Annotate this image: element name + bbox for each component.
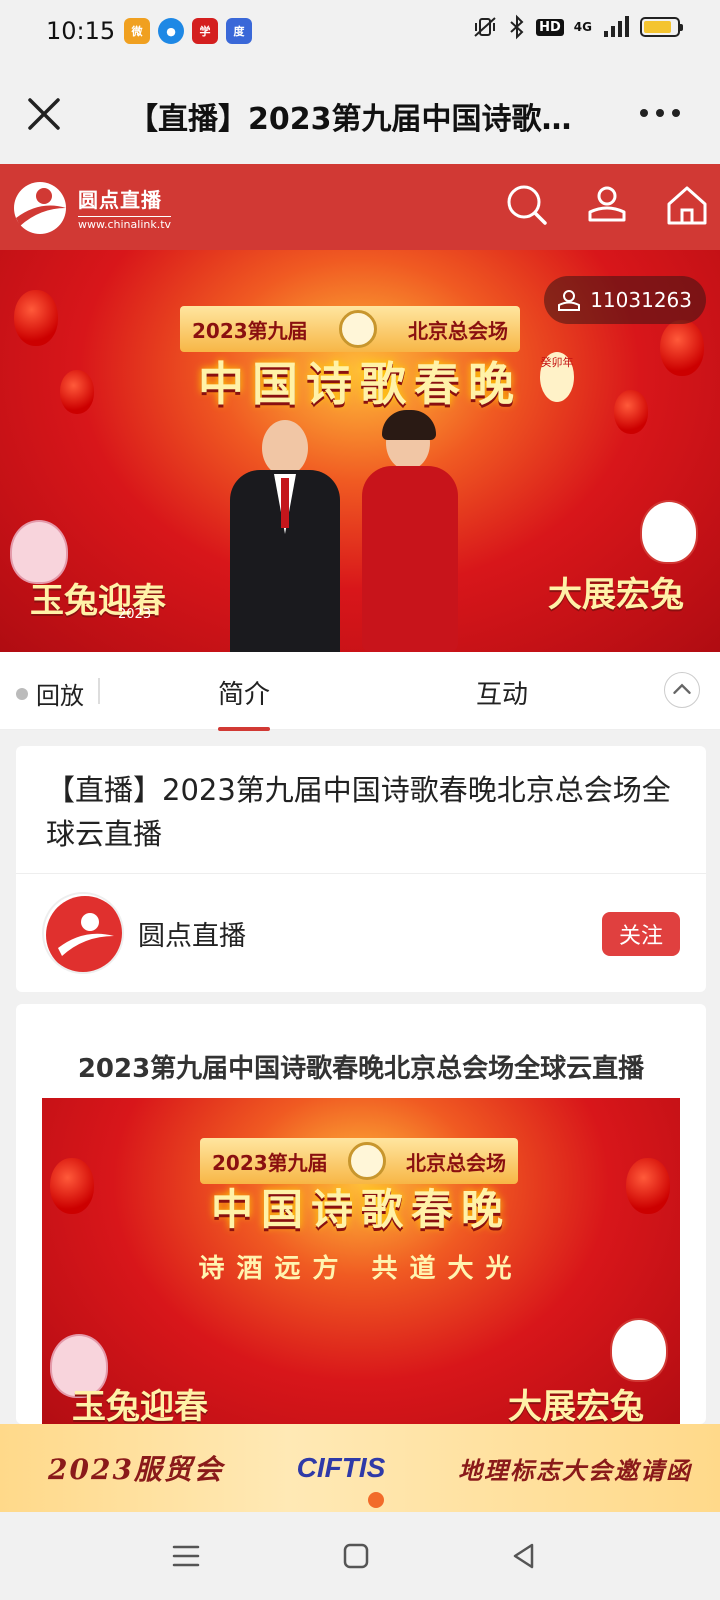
poster-title: 中国诗歌春晚 [210,1185,511,1234]
intro-card: 【直播】2023第九届中国诗歌春晚北京总会场全球云直播 圆点直播 关注 [16,746,706,992]
host-hair [382,410,436,440]
back-icon[interactable] [508,1540,540,1572]
poster-deco-left: 玉兔迎春 [72,1387,208,1424]
tab-intro[interactable]: 简介 [218,674,271,731]
poster-venue-label: 北京总会场 [405,1150,506,1175]
ad-left-text: 2023服贸会 [48,1453,224,1486]
ad-right-text: 地理标志大会邀请函 [457,1455,692,1485]
host-male [230,420,340,652]
poster-deco-right: 大展宏兔 [508,1387,644,1424]
tab-divider [98,678,100,704]
close-icon[interactable] [22,92,66,136]
poster-seal-icon [347,1142,386,1180]
host-tie [281,478,289,528]
system-nav-bar [0,1512,720,1600]
event-seal-icon [338,310,377,348]
content-tabs: 回放 简介 互动 [0,652,720,731]
follow-button[interactable]: 关注 [602,912,680,956]
browser-icon: ● [158,18,184,44]
article-title: 2023第九届中国诗歌春晚北京总会场全球云直播 [77,1054,645,1084]
viewer-count-badge: 11031263 [544,276,706,324]
status-indicators: HD 4G [472,14,683,40]
search-icon[interactable] [504,182,550,228]
carousel-indicator [368,1492,384,1508]
chevron-up-icon[interactable] [664,672,700,708]
network-type: 4G [573,20,592,34]
poster-slogan: 诗酒远方 共道大光 [198,1254,524,1284]
home-icon[interactable] [664,182,710,228]
logo-url: www.chinalink.tv [78,215,172,231]
site-header: 圆点直播 www.chinalink.tv [0,164,720,250]
article-card: 2023第九届中国诗歌春晚北京总会场全球云直播 2023第九届 北京总会场 中国… [16,1004,706,1424]
live-video-player[interactable]: 2023第九届 北京总会场 中国诗歌春晚 癸卯年 玉兔迎春 2023 大展宏兔 … [0,250,720,652]
year-badge: 癸卯年 [540,352,574,402]
baidu-icon: 度 [226,18,252,44]
hd-indicator: HD [536,18,564,36]
weibo-icon: 微 [124,18,150,44]
xuexi-icon: 学 [192,18,218,44]
edition-label: 2023第九届 [192,318,308,343]
ad-banner[interactable]: 2023服贸会 CIFTIS 地理标志大会邀请函 [0,1424,720,1512]
channel-logo-icon [46,896,122,972]
deco-year: 2023 [118,607,152,622]
lantern-decoration [14,290,58,346]
host-head [262,420,308,476]
more-icon[interactable] [638,98,682,128]
home-square-icon[interactable] [340,1540,372,1572]
event-poster-image: 2023第九届 北京总会场 中国诗歌春晚 诗酒远方 共道大光 玉兔迎春 大展宏兔 [42,1098,680,1424]
notification-icons: 微 ● 学 度 [124,18,252,44]
user-icon[interactable] [584,182,630,228]
tab-interact[interactable]: 互动 [476,674,528,711]
bluetooth-icon [510,14,524,40]
channel-name[interactable]: 圆点直播 [138,914,246,953]
page-title: 【直播】2023第九届中国诗歌春晚北京总会场全球云直播 [128,102,598,137]
vibrate-icon [474,17,496,37]
rabbit-decoration [640,500,698,564]
live-title: 【直播】2023第九届中国诗歌春晚北京总会场全球云直播 [46,773,671,851]
title-bar: 【直播】2023第九届中国诗歌春晚北京总会场全球云直播 [0,64,720,164]
channel-avatar[interactable] [42,892,124,974]
divider [16,873,706,874]
logo-name: 圆点直播 [78,187,162,212]
tab-replay[interactable]: 回放 [16,676,84,711]
host-female [362,410,458,652]
ciftis-logo: CIFTIS [296,1452,386,1483]
event-banner-top: 2023第九届 北京总会场 [180,306,520,352]
battery-level [644,21,672,33]
venue-label: 北京总会场 [407,318,508,343]
site-logo[interactable]: 圆点直播 www.chinalink.tv [10,178,172,236]
signal-icon [604,16,629,37]
status-time: 10:15 [46,17,116,45]
menu-icon[interactable] [170,1540,202,1572]
replay-dot-icon [16,687,28,700]
viewer-icon [558,290,581,311]
viewer-count: 11031263 [590,288,692,312]
deco-slogan-right: 大展宏兔 [548,575,684,615]
status-bar: 10:15 微 ● 学 度 HD 4G [0,0,720,64]
logo-mark-icon [14,182,66,234]
event-title-banner: 中国诗歌春晚 [198,357,522,411]
poster-edition-label: 2023第九届 [212,1150,328,1175]
tab-replay-label: 回放 [36,682,84,710]
battery-icon [640,17,683,37]
host-dress [362,466,458,652]
rabbit-decoration [610,1318,668,1382]
